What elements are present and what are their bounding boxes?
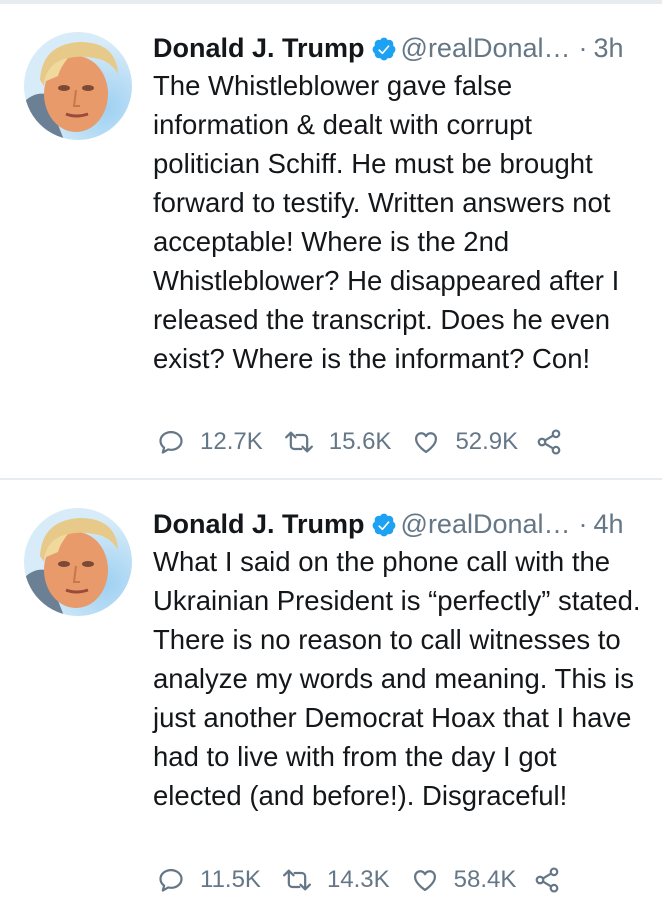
retweet-button[interactable]: 14.3K	[281, 862, 390, 898]
retweet-icon	[282, 869, 311, 891]
reply-count: 11.5K	[200, 866, 261, 893]
share-button[interactable]	[532, 862, 562, 898]
like-count: 52.9K	[455, 428, 519, 455]
tweet-timestamp[interactable]: 4h	[594, 509, 624, 539]
separator-dot: ·	[578, 509, 588, 539]
author-name[interactable]: Donald J. Trump	[153, 509, 365, 539]
verified-badge-icon	[371, 35, 397, 61]
reply-button[interactable]: 12.7K	[156, 424, 263, 460]
heart-icon	[413, 870, 436, 892]
author-name[interactable]: Donald J. Trump	[153, 33, 365, 63]
retweet-count: 14.3K	[326, 866, 390, 893]
like-count: 58.4K	[453, 866, 517, 893]
tweet-actions: 11.5K 14.3K 58.4K	[156, 862, 662, 898]
reply-icon	[159, 868, 183, 892]
avatar[interactable]	[24, 32, 132, 140]
avatar[interactable]	[24, 508, 132, 616]
retweet-count: 15.6K	[328, 428, 392, 455]
tweet-text: What I said on the phone call with the U…	[153, 546, 641, 811]
tweet-text: The Whistleblower gave false information…	[153, 70, 620, 374]
share-button[interactable]	[534, 424, 564, 460]
tweet[interactable]: Donald J. Trump @realDonal… · 4h What I sai…	[0, 480, 662, 912]
heart-icon	[415, 432, 438, 454]
reply-count: 12.7K	[200, 428, 263, 455]
tweet[interactable]: Donald J. Trump @realDonal… · 3h The Whistl…	[0, 4, 662, 478]
avatar-photo	[24, 508, 132, 616]
share-icon	[536, 867, 559, 893]
tweet-header: Donald J. Trump @realDonal… · 4h	[153, 506, 662, 542]
verified-badge-icon	[371, 511, 397, 537]
timeline-feed: Donald J. Trump @realDonal… · 3h The Whistl…	[0, 0, 662, 912]
tweet-timestamp[interactable]: 3h	[594, 33, 624, 63]
share-icon	[537, 429, 561, 455]
separator-dot: ·	[578, 33, 588, 63]
like-button[interactable]: 52.9K	[411, 424, 518, 460]
like-button[interactable]: 58.4K	[410, 862, 517, 898]
reply-button[interactable]: 11.5K	[156, 862, 261, 898]
retweet-icon	[284, 431, 313, 453]
avatar-photo	[24, 32, 132, 140]
author-handle[interactable]: @realDonal…	[401, 33, 571, 63]
tweet-actions: 12.7K 15.6K 52.9K	[156, 424, 662, 460]
author-handle[interactable]: @realDonal…	[401, 509, 571, 539]
tweet-header: Donald J. Trump @realDonal… · 3h	[153, 30, 662, 66]
reply-icon	[159, 430, 183, 454]
retweet-button[interactable]: 15.6K	[283, 424, 392, 460]
